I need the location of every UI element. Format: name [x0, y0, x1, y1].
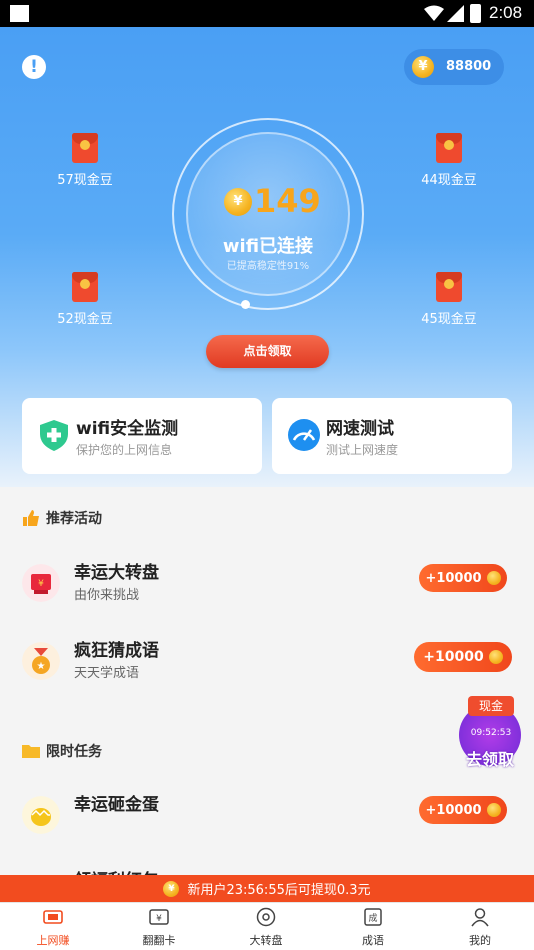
wheel-icon: [256, 907, 276, 927]
card-subtitle: 测试上网速度: [326, 443, 399, 457]
reward-button[interactable]: +10000: [419, 796, 507, 824]
tab-idiom[interactable]: 成 成语: [320, 903, 426, 950]
task-title: 幸运砸金蛋: [74, 795, 159, 815]
tab-label: 我的: [469, 934, 491, 947]
reward-button[interactable]: +10000: [419, 564, 507, 592]
red-packet-label: 44现金豆: [421, 173, 477, 188]
ring-indicator-dot: [241, 300, 250, 309]
claim-button[interactable]: 点击领取: [206, 335, 329, 368]
reward-amount: +10000: [423, 649, 484, 665]
widget-cash-label: 现金: [468, 696, 514, 716]
card-title: 网速测试: [326, 419, 394, 439]
activity-title: 疯狂猜成语: [74, 641, 159, 661]
thumbs-up-icon: [23, 510, 39, 526]
lucky-wheel-icon: ¥: [22, 564, 60, 602]
tab-label: 大转盘: [249, 934, 283, 947]
red-packet-label: 45现金豆: [421, 312, 477, 327]
tab-wheel[interactable]: 大转盘: [213, 903, 319, 950]
money-icon: [43, 910, 63, 924]
withdraw-notice-bar[interactable]: ¥ 新用户23:56:55后可提现0.3元: [0, 875, 534, 902]
reward-amount: +10000: [425, 570, 482, 586]
speedometer-icon: [288, 419, 320, 451]
stability-text: 已提高稳定性91%: [226, 261, 310, 272]
golden-egg-icon: [22, 796, 60, 834]
red-packet-4[interactable]: 45现金豆: [409, 272, 489, 327]
red-packet-label: 57现金豆: [57, 173, 113, 188]
red-packet-3[interactable]: 52现金豆: [45, 272, 125, 327]
svg-text:★: ★: [37, 661, 46, 672]
svg-text:¥: ¥: [38, 579, 44, 589]
notification-icon: [10, 5, 29, 22]
tab-earn[interactable]: 上网赚: [0, 903, 106, 950]
red-envelope-icon: [436, 272, 462, 302]
cell-signal-icon: [447, 5, 464, 22]
folder-icon: [22, 745, 40, 758]
medal-icon: ★: [22, 642, 60, 680]
widget-claim-label: 去领取: [465, 750, 514, 769]
activity-subtitle: 天天学成语: [74, 666, 140, 681]
activity-subtitle: 由你来挑战: [74, 588, 140, 603]
red-packet-label: 52现金豆: [57, 312, 113, 327]
tab-label: 翻翻卡: [142, 934, 176, 947]
red-packet-2[interactable]: 44现金豆: [409, 133, 489, 188]
tab-label: 成语: [362, 934, 384, 947]
section-title: 限时任务: [46, 744, 102, 760]
red-packet-1[interactable]: 57现金豆: [45, 133, 125, 188]
red-envelope-icon: [72, 272, 98, 302]
wifi-security-card[interactable]: wifi安全监测 保护您的上网信息: [22, 398, 262, 474]
clock: 2:08: [489, 3, 523, 22]
coin-balance-pill[interactable]: ¥ 88800: [404, 49, 504, 85]
svg-text:¥: ¥: [156, 914, 162, 924]
bottom-tab-bar: 上网赚 ¥ 翻翻卡 大转盘 成 成语 我的: [0, 902, 534, 950]
coin-icon: ¥: [412, 56, 434, 78]
reward-button[interactable]: +10000: [414, 642, 512, 672]
activity-title: 幸运大转盘: [74, 563, 159, 583]
idiom-icon: 成: [364, 908, 382, 926]
section-limited: 限时任务: [22, 741, 102, 761]
tab-label: 上网赚: [36, 934, 70, 947]
shield-plus-icon: [40, 420, 68, 451]
status-bar: 2:08: [0, 0, 534, 27]
red-envelope-icon: [436, 133, 462, 163]
red-envelope-icon: [72, 133, 98, 163]
coin-balance: 88800: [446, 59, 492, 74]
wifi-signal-icon: [424, 5, 444, 21]
coin-count: 149: [254, 182, 321, 220]
card-subtitle: 保护您的上网信息: [76, 443, 173, 457]
reward-amount: +10000: [425, 802, 482, 818]
cash-reward-widget[interactable]: 现金 09:52:53 去领取: [455, 696, 527, 772]
notice-text: 新用户23:56:55后可提现0.3元: [187, 883, 371, 898]
section-title: 推荐活动: [46, 511, 102, 527]
card-yen-icon: ¥: [149, 909, 169, 925]
info-icon[interactable]: !: [22, 55, 46, 79]
card-title: wifi安全监测: [76, 419, 179, 439]
section-recommended: 推荐活动: [22, 508, 102, 528]
wifi-status: wifi已连接: [222, 236, 314, 257]
speed-test-card[interactable]: 网速测试 测试上网速度: [272, 398, 512, 474]
person-icon: [471, 908, 489, 927]
tab-flip-card[interactable]: ¥ 翻翻卡: [106, 903, 212, 950]
coin-icon: ¥: [163, 880, 180, 897]
coin-icon: [486, 571, 501, 585]
svg-text:成: 成: [368, 912, 377, 924]
tab-mine[interactable]: 我的: [427, 903, 533, 950]
battery-icon: [470, 4, 481, 23]
coin-icon: [486, 803, 501, 817]
widget-timer: 09:52:53: [470, 728, 512, 738]
coin-icon: ¥: [224, 188, 252, 216]
coin-icon: [488, 650, 503, 664]
